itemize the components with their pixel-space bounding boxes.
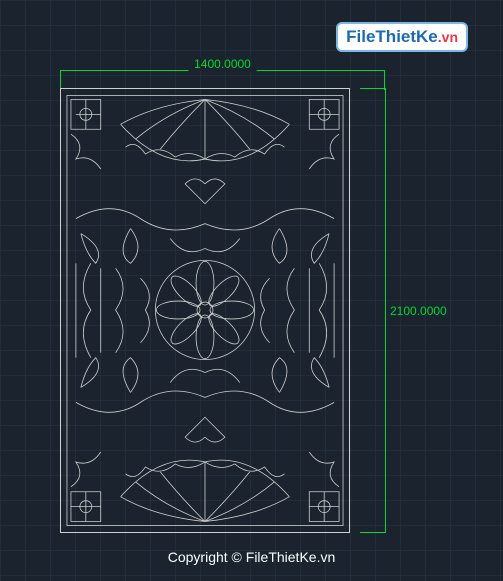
- copyright-text: Copyright © FileThietKe.vn: [0, 549, 503, 565]
- dimension-extension: [360, 532, 385, 533]
- watermark-logo: FileThietKe.vn: [336, 22, 468, 52]
- watermark-suffix: .vn: [438, 29, 458, 45]
- cnc-pattern-svg: [61, 89, 349, 532]
- dimension-vertical[interactable]: 2100.0000: [360, 88, 400, 533]
- dimension-line: [385, 88, 386, 533]
- watermark-text: FileThietKe: [346, 27, 438, 46]
- dimension-horizontal[interactable]: 1400.0000: [60, 60, 385, 90]
- dimension-extension: [384, 70, 385, 90]
- dimension-extension: [60, 70, 61, 90]
- dimension-value: 1400.0000: [188, 57, 257, 71]
- decorative-panel-drawing[interactable]: [60, 88, 350, 533]
- dimension-value: 2100.0000: [390, 304, 447, 318]
- dimension-extension: [360, 88, 385, 89]
